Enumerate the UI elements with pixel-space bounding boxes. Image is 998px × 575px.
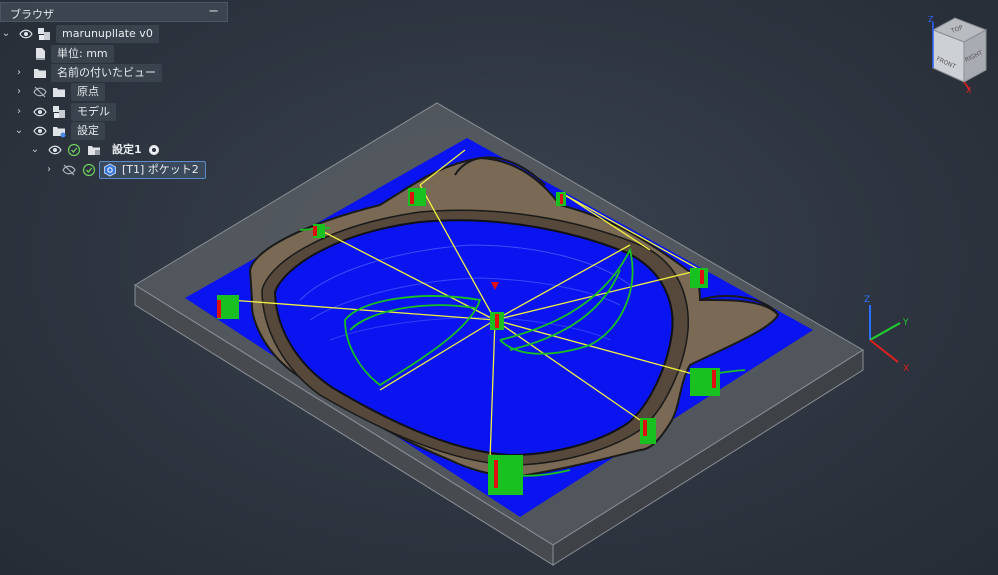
browser-title: ブラウザ [10,8,54,21]
browser-header: ブラウザ − [0,2,228,22]
triad-z-label: Z [864,295,870,305]
component-icon [38,28,50,40]
tree-label-model: モデル [71,103,116,121]
tree-label-setup1: 設定1 [112,143,142,156]
chevron-down-icon[interactable]: ⌄ [1,27,11,41]
tree-label-setups: 設定 [71,122,105,140]
eye-icon[interactable] [33,105,47,119]
document-icon [36,48,45,60]
chevron-down-icon[interactable]: ⌄ [14,124,24,138]
check-circle-icon [67,143,81,157]
tree-label-origin: 原点 [71,83,105,101]
viewcube[interactable]: TOP FRONT RIGHT Z X [928,15,988,95]
eye-hidden-icon[interactable] [33,85,47,99]
viewcube-x-axis: X [966,86,972,95]
triad-y-label: Y [902,318,909,328]
triad-x-label: X [903,364,909,374]
setup-folder-icon [53,127,66,138]
eye-hidden-icon[interactable] [62,163,76,177]
viewcube-z-axis: Z [928,15,934,24]
axis-triad: Z Y X [864,295,909,374]
tree-label-named-views: 名前の付いたビュー [51,64,162,82]
eye-icon[interactable] [48,143,62,157]
active-setup-icon [149,145,159,155]
eye-icon[interactable] [19,27,33,41]
tree-label-root: marunupllate v0 [56,25,159,43]
eye-icon[interactable] [33,124,47,138]
setup-icon [88,146,100,155]
chevron-down-icon[interactable]: ⌄ [30,143,40,157]
chevron-right-icon[interactable]: › [44,163,54,177]
3d-viewport[interactable]: TOP FRONT RIGHT Z X Z Y X [0,0,998,575]
chevron-right-icon[interactable]: › [14,66,24,80]
tree-label-units: 単位: mm [51,45,114,63]
folder-icon [53,88,65,97]
chevron-right-icon[interactable]: › [14,105,24,119]
collapse-button[interactable]: − [208,4,219,19]
folder-icon [34,69,46,78]
check-circle-icon [82,163,96,177]
component-icon [53,106,65,118]
chevron-right-icon[interactable]: › [14,85,24,99]
pocket-operation-icon [104,163,116,177]
